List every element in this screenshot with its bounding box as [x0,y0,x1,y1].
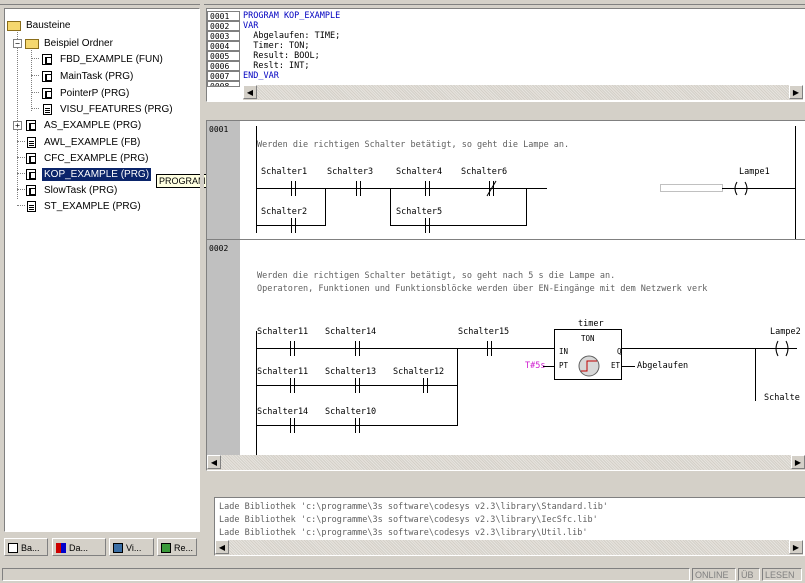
tree-root-label: Bausteine [26,20,71,31]
scroll-track[interactable] [229,540,789,555]
status-read: LESEN [762,568,802,581]
pou-tab-icon [8,543,18,553]
code-line: Abgelaufen: TIME; [243,31,341,41]
horizontal-splitter[interactable] [206,104,804,118]
horizontal-scrollbar[interactable]: ◀ ▶ [207,455,805,470]
tree-item-label: VISU_FEATURES (PRG) [60,104,173,115]
declaration-editor[interactable]: 0001 0002 0003 0004 0005 0006 0007 0008 … [206,8,805,102]
code-line: Reslt: INT; [243,61,310,71]
tab-ressourcen[interactable]: Re... [157,538,197,556]
folder-open-icon [7,21,21,31]
tab-visualisierungen[interactable]: Vi... [109,538,154,556]
code-line: END_VAR [243,71,279,81]
tab-bausteine[interactable]: Ba... [4,538,48,556]
top-edge [0,0,805,5]
tree-item-label: AWL_EXAMPLE (FB) [44,137,141,148]
ladder-editor[interactable]: 0001 0002 Werden die richtigen Schalter … [206,120,805,471]
tree-line [31,92,39,93]
status-message-panel [2,568,690,581]
document-icon [43,104,52,115]
tree-line [17,141,25,142]
tab-label: Da... [69,543,89,553]
scroll-left-icon[interactable]: ◀ [215,540,229,554]
tree-item-label: MainTask (PRG) [60,71,134,82]
scroll-track[interactable] [221,455,791,470]
pou-icon [26,185,36,196]
tree-line [17,205,25,206]
code-line: VAR [243,21,259,31]
tree-line [31,45,32,111]
resources-tab-icon [161,543,171,553]
tree-item-label-selected: KOP_EXAMPLE (PRG) [42,168,152,181]
tree-item-label: ST_EXAMPLE (PRG) [44,201,141,212]
tree-item-label: PointerP (PRG) [60,88,130,99]
pou-icon [42,71,52,82]
code-line: Result: BOOL; [243,51,320,61]
message-line: Lade Bibliothek 'c:\programme\3s softwar… [219,528,588,538]
il-document-icon [27,137,36,148]
pou-icon [42,88,52,99]
line-number: 0007 [207,71,240,81]
sfc-icon [26,120,36,131]
datatype-tab-icon [56,543,66,553]
visualization-tab-icon [113,543,123,553]
collapse-toggle-icon[interactable]: − [13,39,22,48]
tree-line [17,189,25,190]
line-number: 0001 [207,11,240,21]
line-number: 0002 [207,21,240,31]
status-online: ONLINE [692,568,736,581]
message-line: Lade Bibliothek 'c:\programme\3s softwar… [219,515,598,525]
line-number: 0004 [207,41,240,51]
code-line: PROGRAM KOP_EXAMPLE [243,11,341,21]
horizontal-scrollbar[interactable]: ◀ ▶ [243,85,803,100]
status-bar: ONLINE ÜB LESEN [0,566,805,583]
folder-open-icon [25,39,39,49]
tree-line [17,173,25,174]
tab-label: Vi... [126,543,142,553]
tree-line [31,108,39,109]
line-number: 0003 [207,31,240,41]
code-line: Timer: TON; [243,41,310,51]
tree-line [31,75,39,76]
status-overwrite: ÜB [738,568,760,581]
ladder-icon [26,169,36,180]
line-number: 0008 [207,81,240,87]
tree-folder-label: Beispiel Ordner [44,38,113,49]
pou-icon [42,54,52,65]
tree-item-label: AS_EXAMPLE (PRG) [44,120,142,131]
tab-label: Ba... [21,543,40,553]
vertical-splitter[interactable] [200,4,204,564]
horizontal-scrollbar[interactable]: ◀ ▶ [215,540,803,555]
line-number: 0005 [207,51,240,61]
message-line: Lade Bibliothek 'c:\programme\3s softwar… [219,502,608,512]
tree-item-label: SlowTask (PRG) [44,185,118,196]
message-window[interactable]: Lade Bibliothek 'c:\programme\3s softwar… [214,497,805,556]
pou-icon [26,153,36,164]
document-icon [27,201,36,212]
tree-item-label: FBD_EXAMPLE (FUN) [60,54,163,65]
tree-item-label: CFC_EXAMPLE (PRG) [44,153,149,164]
ladder-graphics [256,126,797,463]
scroll-right-icon[interactable]: ▶ [789,540,803,554]
message-splitter[interactable] [206,473,804,493]
tab-datentypen[interactable]: Da... [52,538,106,556]
object-tree[interactable]: Bausteine − Beispiel Ordner FBD_EXAMPLE … [4,8,200,532]
expand-toggle-icon[interactable]: + [13,121,22,130]
scroll-right-icon[interactable]: ▶ [789,85,803,99]
tree-line [31,58,39,59]
line-number: 0006 [207,61,240,71]
scroll-left-icon[interactable]: ◀ [207,455,221,469]
tree-line [17,157,25,158]
scroll-left-icon[interactable]: ◀ [243,85,257,99]
scroll-right-icon[interactable]: ▶ [791,455,805,469]
tab-label: Re... [174,543,194,553]
scroll-track[interactable] [257,85,789,100]
